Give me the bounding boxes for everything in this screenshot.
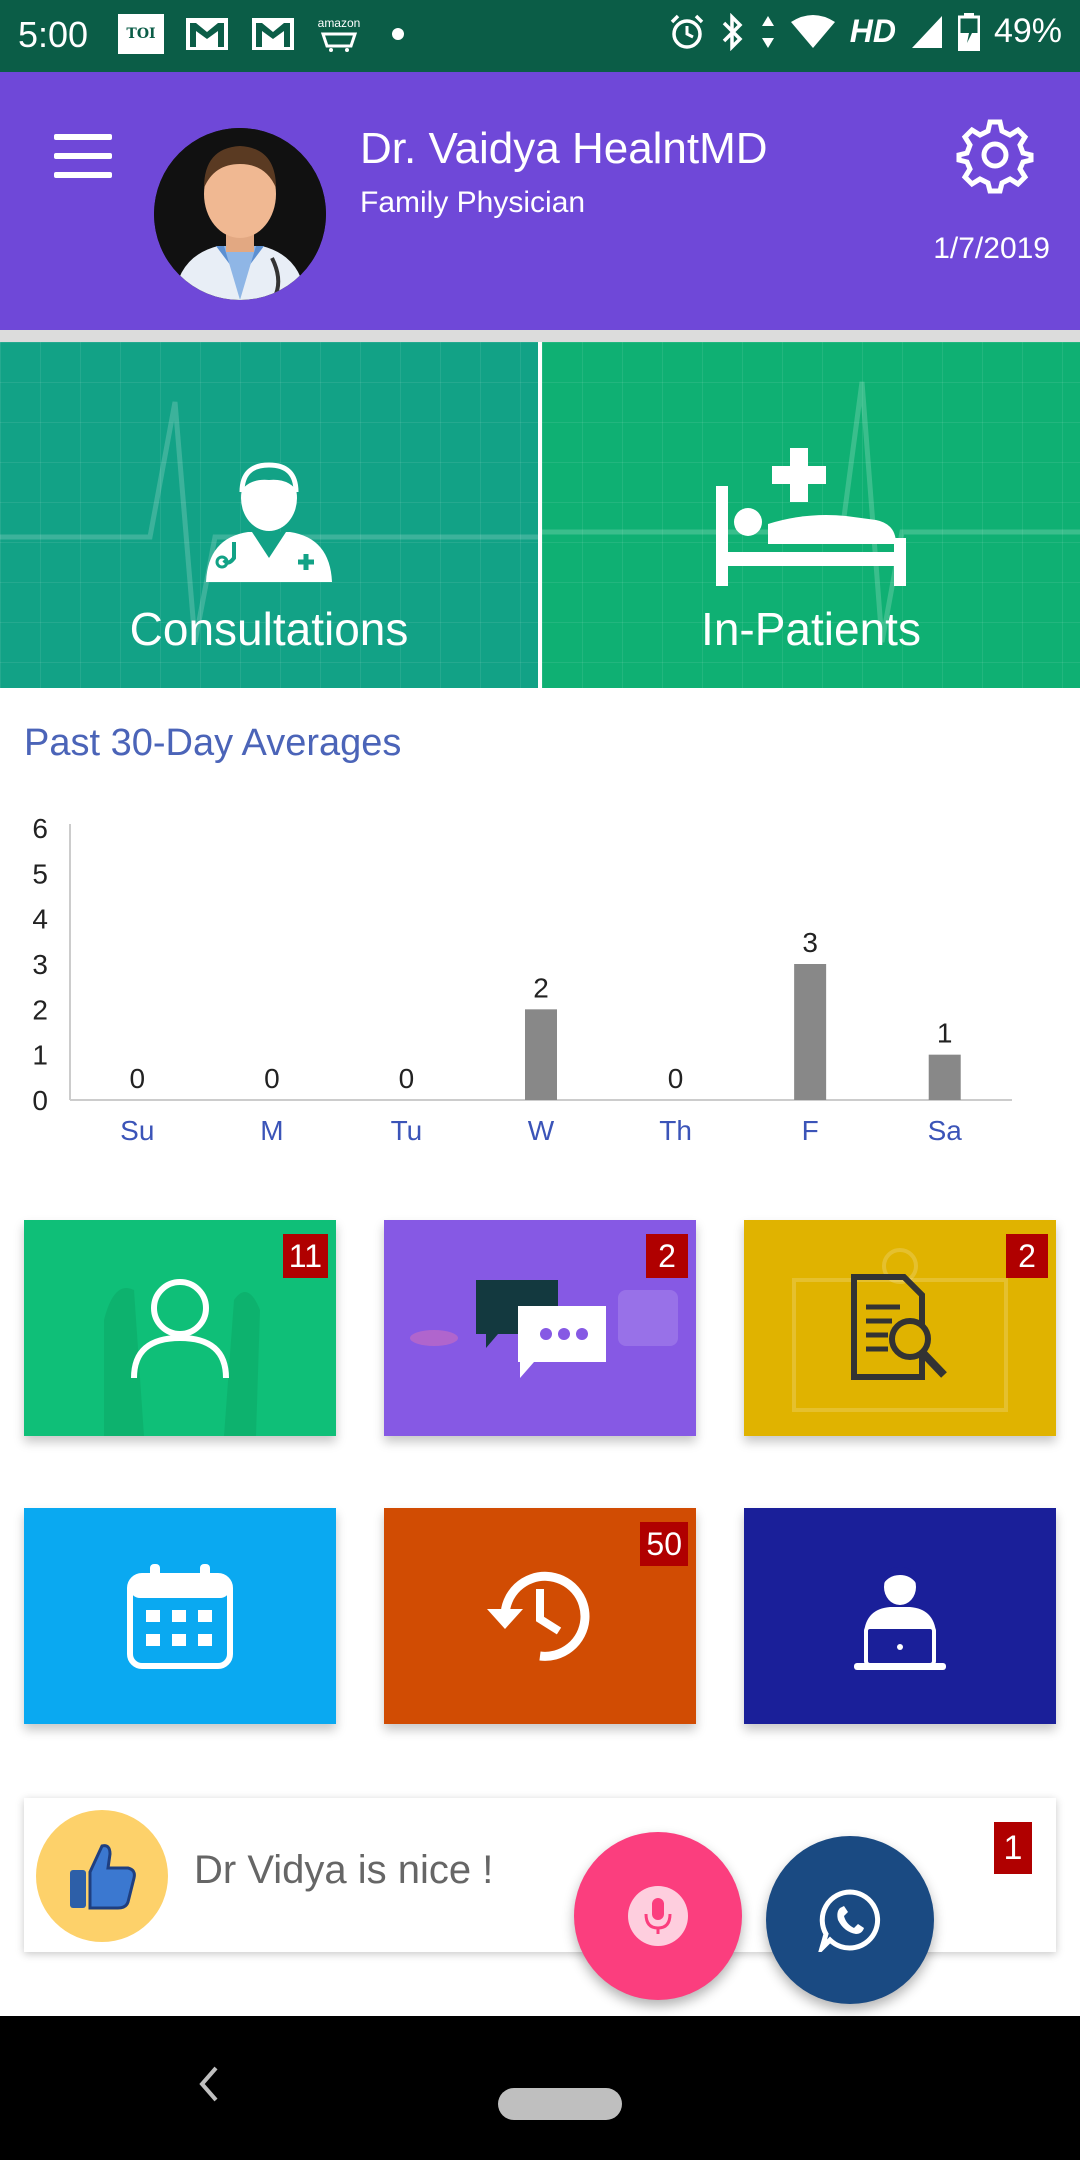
battery-icon [957,12,980,51]
doctor-title: Family Physician [360,186,586,219]
wifi-icon [790,14,835,48]
history-icon [487,1571,590,1661]
feedback-badge: 1 [994,1822,1032,1874]
in-patients-tile[interactable]: In-Patients [542,342,1080,688]
gmail-icon [250,14,296,54]
reports-tile[interactable]: 2 [744,1220,1056,1436]
bar [525,1009,557,1100]
back-icon[interactable] [196,2064,220,2104]
doctor-laptop-icon [854,1567,946,1670]
in-patients-label: In-Patients [701,603,921,655]
x-tick-label: Tu [391,1115,423,1146]
data-label: 0 [129,1063,145,1094]
status-time: 5:00 [18,14,89,55]
data-label: 0 [264,1063,280,1094]
status-bar: 5:00 TOI amazon HD 49% [0,0,1080,72]
doctor-name: Dr. Vaidya HealntMD [360,124,768,173]
person-icon [131,1279,229,1379]
notification-icons: TOI amazon [118,14,404,54]
x-tick-label: W [528,1115,555,1146]
consultations-label: Consultations [129,603,409,655]
y-tick-label: 5 [32,858,48,889]
avatar[interactable] [154,128,326,300]
status-right: HD 49% [668,12,1062,51]
reports-badge: 2 [1006,1234,1048,1278]
amazon-icon: amazon [316,16,362,52]
alarm-icon [670,14,703,49]
averages-bar-chart: 0 1 2 3 4 5 6 0 Su 0 M 0 Tu 2 W 0 Th 3 F 1 Sa [32,813,1012,1146]
amazon-label: amazon [317,16,361,30]
voice-button[interactable] [574,1832,742,2000]
profile-header: Dr. Vaidya HealntMD Family Physician 1/7… [0,72,1080,330]
data-arrows-icon [761,15,774,48]
data-label: 0 [399,1063,415,1094]
home-pill[interactable] [498,2088,622,2120]
history-badge: 50 [640,1522,688,1566]
data-label: 0 [668,1063,684,1094]
gmail-icon [184,14,230,54]
current-date: 1/7/2019 [933,232,1050,265]
y-tick-label: 4 [32,904,48,935]
bar [794,964,827,1100]
patients-tile[interactable]: 11 [24,1220,336,1436]
x-tick-label: Sa [928,1115,963,1146]
more-notifications-dot [392,28,404,40]
network-type: HD [849,13,896,49]
gear-icon[interactable] [956,116,1034,194]
microphone-icon [628,1886,688,1946]
chart-title: Past 30-Day Averages [24,722,402,764]
x-tick-label: F [802,1115,819,1146]
menu-icon[interactable] [54,134,114,178]
divider [0,330,1080,342]
data-label: 2 [533,972,549,1003]
messages-tile[interactable]: 2 [384,1220,696,1436]
bluetooth-icon [722,12,743,51]
signal-icon [911,15,942,48]
x-tick-label: Th [659,1115,692,1146]
data-label: 1 [937,1018,953,1049]
chat-icon [476,1280,606,1378]
y-tick-label: 0 [32,1085,48,1116]
document-search-icon [851,1274,947,1380]
y-tick-label: 2 [32,994,48,1025]
patients-badge: 11 [282,1234,328,1278]
x-tick-label: Su [120,1115,154,1146]
consultations-tile[interactable]: Consultations [0,342,538,688]
calendar-icon [127,1564,233,1669]
navigation-bar [0,2016,1080,2160]
y-tick-label: 6 [32,813,48,844]
messages-badge: 2 [646,1234,688,1278]
telemedicine-tile[interactable] [744,1508,1056,1724]
history-tile[interactable]: 50 [384,1508,696,1724]
data-label: 3 [802,927,818,958]
toi-icon: TOI [118,14,164,54]
bar [928,1054,961,1100]
calendar-tile[interactable] [24,1508,336,1724]
whatsapp-icon [818,1889,881,1952]
whatsapp-button[interactable] [766,1836,934,2004]
battery-percent: 49% [993,12,1062,50]
x-tick-label: M [260,1115,283,1146]
feedback-text: Dr Vidya is nice ! [194,1848,494,1892]
thumbs-up-icon [36,1810,168,1942]
hospital-bed-icon [716,448,906,586]
y-tick-label: 3 [32,949,48,980]
y-tick-label: 1 [32,1040,48,1071]
doctor-icon [206,462,332,582]
